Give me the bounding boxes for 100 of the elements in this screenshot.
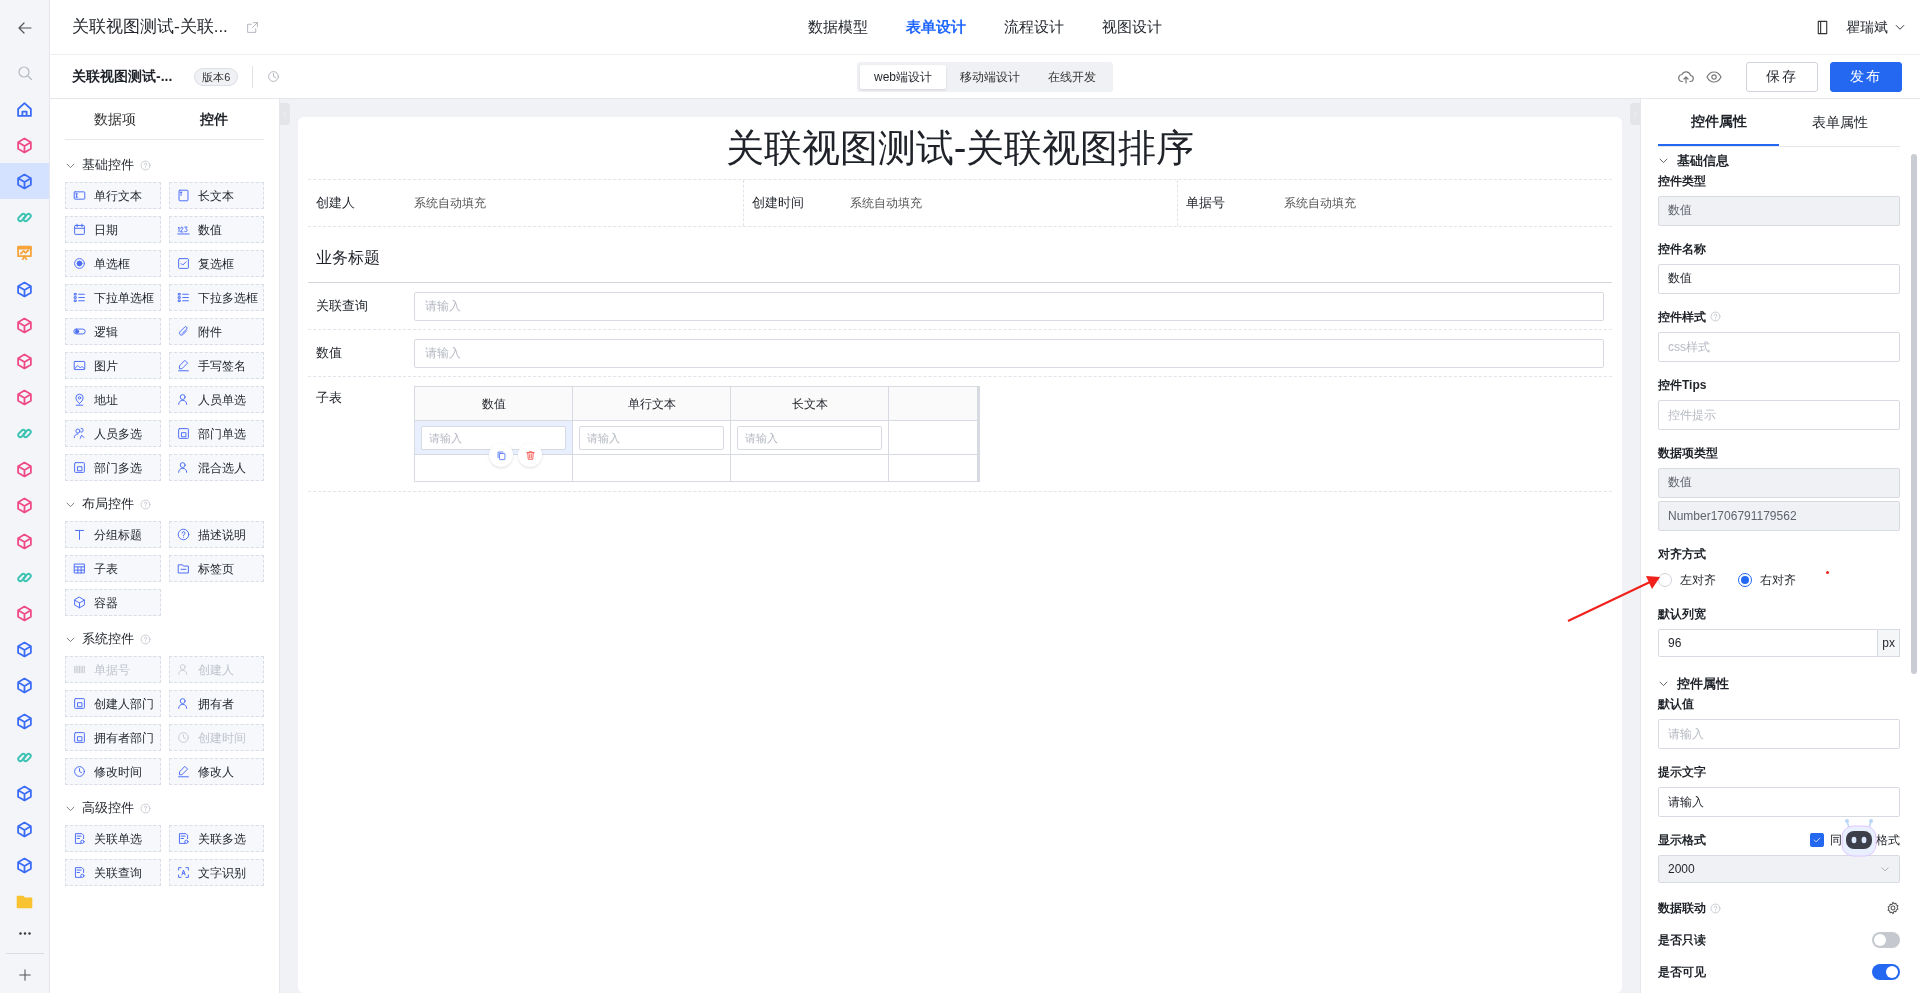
control-item[interactable]: 数值 — [168, 216, 264, 243]
control-item[interactable]: 长文本 — [168, 182, 264, 209]
preview-button[interactable] — [1706, 68, 1722, 85]
textarea-icon — [176, 189, 190, 202]
column-header: 长文本 — [731, 387, 889, 420]
input-field[interactable]: 请输入 — [414, 338, 1604, 368]
input-field[interactable]: css样式 — [1658, 331, 1900, 362]
settings-button[interactable] — [1886, 901, 1900, 915]
control-item[interactable]: 文字识别 — [168, 859, 264, 886]
collapse-handle[interactable] — [280, 103, 290, 125]
control-item[interactable]: 分组标题 — [65, 521, 161, 548]
toggle-switch[interactable] — [1872, 964, 1900, 980]
control-item[interactable]: 部门单选 — [168, 420, 264, 447]
control-item[interactable]: 创建人部门 — [65, 690, 161, 717]
control-item[interactable]: 关联单选 — [65, 825, 161, 852]
control-item[interactable]: 关联查询 — [65, 859, 161, 886]
upload-button[interactable] — [1678, 68, 1694, 85]
property-label: 控件样式 — [1658, 308, 1706, 326]
top-tab[interactable]: 视图设计 — [1094, 0, 1170, 54]
app-title: 关联视图测试-关联... — [72, 16, 228, 39]
history-button[interactable] — [267, 70, 281, 83]
radio-icon — [73, 257, 86, 270]
external-link-icon — [245, 20, 259, 34]
top-tab[interactable]: 流程设计 — [996, 0, 1072, 54]
question-icon — [176, 528, 190, 541]
user-menu[interactable]: 瞿瑞斌 — [1846, 16, 1906, 38]
publish-button[interactable]: 发布 — [1830, 61, 1902, 92]
radio-option[interactable]: 右对齐 — [1738, 570, 1796, 589]
input-field[interactable]: 控件提示 — [1658, 399, 1900, 430]
control-item[interactable]: 容器 — [65, 589, 161, 616]
control-item[interactable]: 人员多选 — [65, 420, 161, 447]
control-item[interactable]: 子表 — [65, 555, 161, 582]
radio-option[interactable]: 左对齐 — [1658, 570, 1716, 589]
property-label: 控件名称 — [1658, 240, 1706, 258]
unit-addon: px — [1878, 628, 1900, 657]
control-item[interactable]: 单选框 — [65, 250, 161, 277]
delete-button[interactable] — [518, 443, 542, 467]
control-item[interactable]: 逻辑 — [65, 318, 161, 345]
checkbox-label: 格式 — [1876, 832, 1900, 849]
top-tab[interactable]: 表单设计 — [898, 0, 974, 54]
control-item[interactable]: 附件 — [168, 318, 264, 345]
control-item[interactable]: 拥有者 — [168, 690, 264, 717]
control-item[interactable]: 修改人 — [168, 758, 264, 785]
control-item[interactable]: 下拉多选框 — [168, 284, 264, 311]
panel-tab[interactable]: 控件 — [164, 99, 264, 139]
document-button[interactable] — [1815, 19, 1830, 35]
control-item[interactable]: 修改时间 — [65, 758, 161, 785]
field-label: 关联查询 — [316, 297, 369, 316]
table-cell[interactable]: 请输入 — [731, 421, 889, 454]
control-item[interactable]: 地址 — [65, 386, 161, 413]
input-field[interactable]: 请输入 — [421, 425, 566, 450]
mode-tab[interactable]: web端设计 — [860, 64, 946, 89]
control-item[interactable]: 单行文本 — [65, 182, 161, 209]
control-item[interactable]: 拥有者部门 — [65, 724, 161, 751]
app-nav-item[interactable] — [0, 163, 49, 199]
toggle-switch[interactable] — [1872, 932, 1900, 948]
panel-tab[interactable]: 数据项 — [65, 99, 165, 139]
text-field-icon — [73, 189, 86, 202]
open-external-button[interactable] — [245, 20, 259, 34]
control-item[interactable]: 标签页 — [168, 555, 264, 582]
input-field[interactable]: 96 — [1658, 628, 1879, 657]
table-icon — [73, 562, 86, 575]
field-label: 创建时间 — [751, 194, 805, 213]
control-item[interactable]: 手写签名 — [168, 352, 264, 379]
control-item[interactable]: 描述说明 — [168, 521, 264, 548]
control-item[interactable]: 部门多选 — [65, 454, 161, 481]
panel-tab[interactable]: 控件属性 — [1658, 99, 1779, 146]
table-cell[interactable]: 请输入 — [415, 421, 573, 454]
property-label: 显示格式 — [1658, 832, 1706, 849]
assistant-robot-icon[interactable] — [1840, 818, 1878, 858]
calendar-icon — [73, 223, 86, 236]
copy-button[interactable] — [489, 443, 513, 467]
mode-tab[interactable]: 在线开发 — [1034, 64, 1110, 89]
input-field[interactable]: 请输入 — [579, 425, 724, 450]
property-label: 是否只读 — [1658, 932, 1706, 949]
control-item[interactable]: 人员单选 — [168, 386, 264, 413]
input-field[interactable]: 请输入 — [414, 291, 1604, 321]
control-item[interactable]: 关联多选 — [168, 825, 264, 852]
property-label: 默认列宽 — [1658, 605, 1706, 623]
control-item[interactable]: 图片 — [65, 352, 161, 379]
collapse-handle[interactable] — [1630, 103, 1640, 125]
clock-icon — [267, 70, 281, 83]
panel-tab[interactable]: 表单属性 — [1779, 99, 1900, 146]
input-field[interactable]: 请输入 — [737, 425, 882, 450]
mode-tab[interactable]: 移动端设计 — [946, 64, 1034, 89]
people-icon — [73, 427, 86, 440]
input-field[interactable]: 请输入 — [1658, 787, 1900, 817]
control-item[interactable]: 复选框 — [168, 250, 264, 277]
input-field[interactable]: 请输入 — [1658, 719, 1900, 749]
table-cell[interactable]: 请输入 — [573, 421, 731, 454]
top-tab[interactable]: 数据模型 — [800, 0, 876, 54]
control-item[interactable]: 下拉单选框 — [65, 284, 161, 311]
control-item[interactable]: 日期 — [65, 216, 161, 243]
document-link-icon — [73, 832, 86, 845]
input-field[interactable]: 数值 — [1658, 263, 1900, 294]
section-title: 基础信息 — [1677, 151, 1729, 170]
document-link-icon — [176, 832, 190, 845]
save-button[interactable]: 保存 — [1746, 61, 1818, 92]
field-label: 子表 — [316, 389, 343, 407]
control-item[interactable]: 混合选人 — [168, 454, 264, 481]
